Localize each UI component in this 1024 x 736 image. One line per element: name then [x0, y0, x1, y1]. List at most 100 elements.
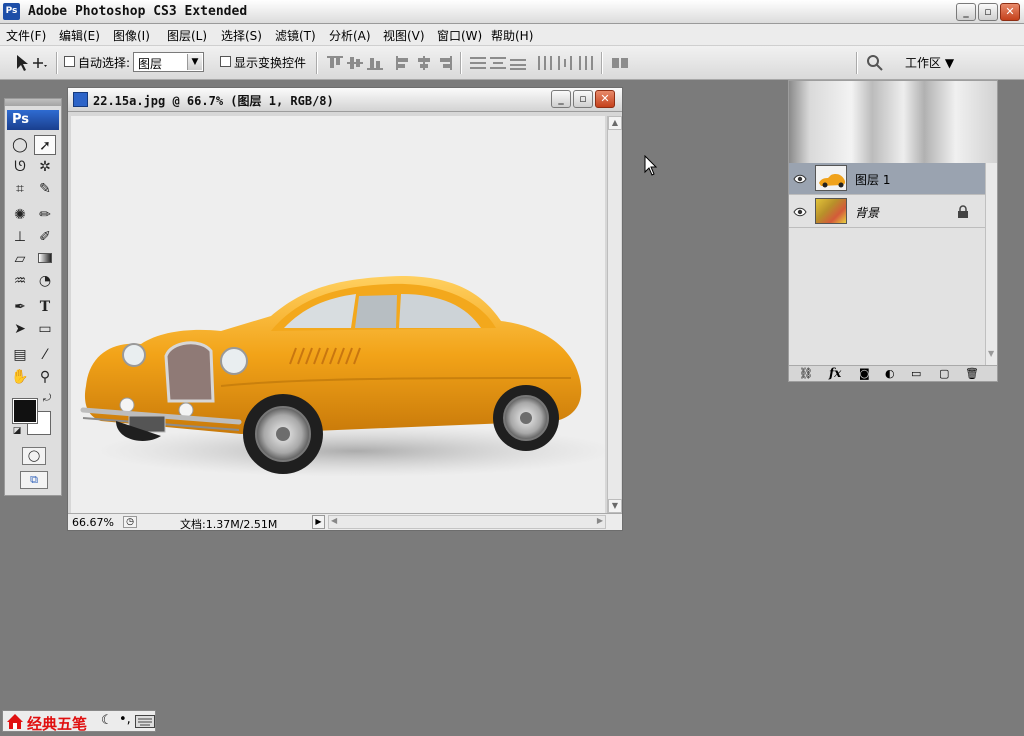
type-tool-icon[interactable]: T [34, 297, 56, 317]
zoom-level[interactable]: 66.67% [72, 516, 114, 529]
document-status-bar: 66.67% ◷ 文档:1.37M/2.51M ▶ ◀ ▶ [68, 513, 622, 531]
distribute-bottom-icon[interactable] [510, 56, 526, 70]
crop-tool-icon[interactable]: ⌗ [9, 179, 31, 199]
search-icon[interactable] [866, 54, 884, 72]
status-menu-arrow-icon[interactable]: ▶ [312, 515, 325, 529]
slice-tool-icon[interactable]: ✎ [34, 179, 56, 199]
separator [316, 52, 318, 74]
horizontal-scrollbar[interactable]: ◀ ▶ [328, 515, 606, 529]
menu-image[interactable]: 图像(I) [113, 27, 150, 44]
menu-analysis[interactable]: 分析(A) [329, 27, 371, 44]
document-size: 文档:1.37M/2.51M [180, 518, 278, 531]
group-icon[interactable]: ▭ [911, 367, 921, 380]
scroll-down-icon[interactable]: ▼ [988, 349, 994, 358]
menu-view[interactable]: 视图(V) [383, 27, 425, 44]
path-selection-tool-icon[interactable]: ➤ [9, 319, 31, 339]
eraser-tool-icon[interactable]: ▱ [9, 249, 31, 269]
mask-icon[interactable]: ◙ [859, 367, 870, 380]
align-left-icon[interactable] [396, 56, 412, 70]
minimize-button[interactable]: _ [956, 3, 976, 21]
layer-row-background[interactable]: 背景 [789, 196, 985, 228]
menu-filter[interactable]: 滤镜(T) [275, 27, 316, 44]
hand-tool-icon[interactable]: ✋ [9, 367, 31, 387]
magic-wand-tool-icon[interactable]: ✲ [34, 157, 56, 177]
clone-stamp-tool-icon[interactable]: ⊥ [9, 227, 31, 247]
move-tool-icon[interactable]: ➚ [34, 135, 56, 155]
layer-name[interactable]: 图层 1 [855, 171, 890, 188]
distribute-vcenter-icon[interactable] [490, 56, 506, 70]
healing-brush-tool-icon[interactable]: ✺ [9, 205, 31, 225]
blur-tool-icon[interactable]: ♒ [9, 271, 31, 291]
marquee-tool-icon[interactable]: ◯ [9, 135, 31, 155]
scroll-right-icon[interactable]: ▶ [597, 516, 603, 525]
punctuation-icon[interactable]: •, [119, 712, 131, 727]
doc-close-button[interactable]: ✕ [595, 90, 615, 108]
foreground-color-swatch[interactable] [12, 398, 38, 424]
align-bottom-icon[interactable] [367, 56, 383, 70]
align-right-icon[interactable] [436, 56, 452, 70]
eyedropper-tool-icon[interactable]: ⁄ [34, 345, 56, 365]
move-tool-preset-icon[interactable] [14, 53, 48, 73]
gradient-tool-icon[interactable] [34, 249, 56, 269]
home-icon[interactable] [6, 713, 24, 730]
scroll-up-icon[interactable]: ▲ [608, 116, 622, 130]
distribute-top-icon[interactable] [470, 56, 486, 70]
vertical-scrollbar[interactable]: ▲ ▼ [607, 116, 622, 513]
layer-row-1[interactable]: 图层 1 [789, 163, 985, 195]
trash-icon[interactable]: 🗑 [965, 367, 979, 380]
menu-layer[interactable]: 图层(L) [167, 27, 207, 44]
align-hcenter-icon[interactable] [416, 56, 432, 70]
close-button[interactable]: ✕ [1000, 3, 1020, 21]
screen-mode-icon[interactable]: ⧉ [20, 471, 48, 489]
menu-window[interactable]: 窗口(W) [437, 27, 482, 44]
workspace-button[interactable]: 工作区 ▼ [905, 54, 954, 71]
zoom-tool-icon[interactable]: ⚲ [34, 367, 56, 387]
quick-mask-icon[interactable]: ◯ [22, 447, 46, 465]
new-layer-icon[interactable]: ▢ [939, 367, 949, 380]
half-width-icon[interactable]: ☾ [101, 713, 113, 728]
dodge-tool-icon[interactable]: ◔ [34, 271, 56, 291]
lasso-tool-icon[interactable]: ᘎ [9, 157, 31, 177]
restore-button[interactable]: ▫ [978, 3, 998, 21]
menu-edit[interactable]: 编辑(E) [59, 27, 100, 44]
menu-help[interactable]: 帮助(H) [491, 27, 533, 44]
pen-tool-icon[interactable]: ✒ [9, 297, 31, 317]
soft-keyboard-icon[interactable] [135, 715, 155, 728]
layer-name[interactable]: 背景 [855, 204, 879, 221]
distribute-right-icon[interactable] [577, 56, 593, 70]
photoshop-logo-icon: Ps [3, 3, 20, 20]
link-icon[interactable]: ⛓ [799, 367, 813, 380]
document-title-bar[interactable]: 22.15a.jpg @ 66.7% (图层 1, RGB/8) _ ▫ ✕ [68, 88, 622, 112]
distribute-left-icon[interactable] [537, 56, 553, 70]
swap-colors-icon[interactable]: ⤾ [41, 393, 53, 405]
adjustment-icon[interactable]: ◐ [885, 367, 895, 380]
history-brush-tool-icon[interactable]: ✐ [34, 227, 56, 247]
notes-tool-icon[interactable]: ▤ [9, 345, 31, 365]
fx-icon[interactable]: fx [829, 366, 841, 380]
document-window: 22.15a.jpg @ 66.7% (图层 1, RGB/8) _ ▫ ✕ ▲… [67, 87, 623, 531]
doc-maximize-button[interactable]: ▫ [573, 90, 593, 108]
shape-tool-icon[interactable]: ▭ [34, 319, 56, 339]
auto-select-dropdown[interactable]: 图层 ▼ [133, 52, 204, 72]
default-colors-icon[interactable]: ◪ [11, 425, 23, 437]
eye-icon[interactable] [793, 205, 807, 219]
auto-select-checkbox[interactable] [64, 56, 75, 67]
show-transform-checkbox[interactable] [220, 56, 231, 67]
auto-align-icon[interactable] [612, 56, 628, 70]
app-title: Adobe Photoshop CS3 Extended [28, 4, 248, 19]
eye-icon[interactable] [793, 172, 807, 186]
image-canvas[interactable] [71, 116, 605, 513]
menu-select[interactable]: 选择(S) [221, 27, 262, 44]
scroll-down-icon[interactable]: ▼ [608, 499, 622, 513]
ime-name[interactable]: 经典五笔 [27, 713, 87, 734]
status-info-icon[interactable]: ◷ [123, 516, 137, 528]
align-top-icon[interactable] [327, 56, 343, 70]
toolbox-grip[interactable] [5, 99, 61, 106]
distribute-hcenter-icon[interactable] [557, 56, 573, 70]
doc-minimize-button[interactable]: _ [551, 90, 571, 108]
align-vcenter-icon[interactable] [347, 56, 363, 70]
scroll-left-icon[interactable]: ◀ [331, 516, 337, 525]
layers-scrollbar[interactable]: ▼ [985, 163, 997, 365]
brush-tool-icon[interactable]: ✏ [34, 205, 56, 225]
menu-file[interactable]: 文件(F) [6, 27, 46, 44]
